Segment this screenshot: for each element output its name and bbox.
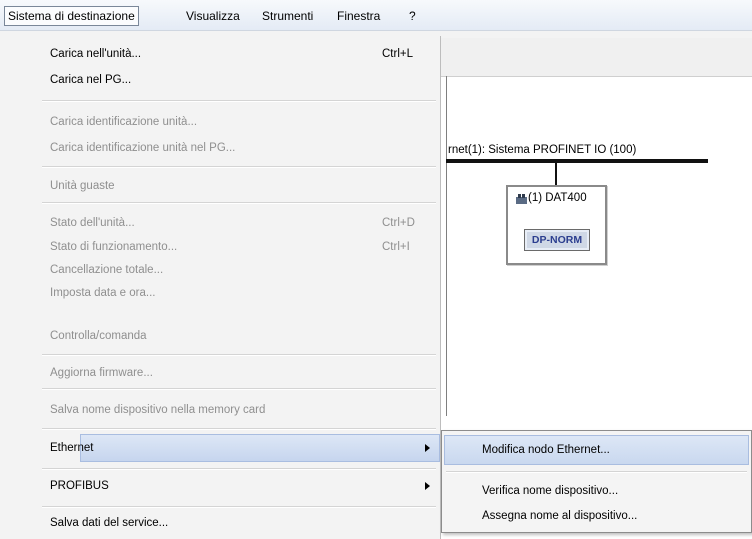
menu-item-aggiorna-firmware[interactable]: Aggiorna firmware... — [50, 363, 153, 383]
menu-item-unita-guaste[interactable]: Unità guaste — [50, 176, 115, 196]
workspace-edge — [446, 76, 447, 416]
submenu-separator — [446, 471, 747, 473]
menu-item-salva-nome[interactable]: Salva nome dispositivo nella memory card — [50, 400, 265, 420]
menu-item-salva-service[interactable]: Salva dati del service... — [50, 513, 168, 533]
shortcut-stato-unita: Ctrl+D — [382, 217, 415, 229]
menu-item-carica-unita[interactable]: Carica nell'unità... — [50, 44, 141, 64]
shortcut-carica-unita: Ctrl+L — [382, 48, 413, 60]
menu-separator — [42, 428, 436, 430]
menu-gutter — [0, 36, 38, 539]
profinet-bus-label: rnet(1): Sistema PROFINET IO (100) — [448, 144, 637, 156]
menu-visualizza[interactable]: Visualizza — [182, 7, 244, 25]
submenu-item-modifica-nodo[interactable]: Modifica nodo Ethernet... — [482, 440, 610, 460]
submenu-item-assegna-nome[interactable]: Assegna nome al dispositivo... — [482, 506, 637, 526]
menu-separator — [42, 388, 436, 390]
menu-item-carica-ident-pg[interactable]: Carica identificazione unità nel PG... — [50, 138, 235, 158]
menu-item-stato-funzionamento[interactable]: Stato di funzionamento... — [50, 237, 177, 257]
menu-separator — [42, 354, 436, 356]
menu-separator — [42, 166, 436, 168]
menu-separator — [42, 468, 436, 470]
device-name: (1) DAT400 — [528, 192, 587, 204]
profinet-bus-line — [446, 159, 708, 163]
bus-drop-line — [555, 163, 557, 185]
submenu-arrow-icon — [425, 482, 430, 490]
menu-help[interactable]: ? — [405, 7, 420, 25]
menu-sistema-di-destinazione[interactable]: Sistema di destinazione — [4, 6, 139, 26]
sistema-dropdown-menu: Carica nell'unità... Ctrl+L Carica nel P… — [38, 36, 441, 539]
menu-separator — [42, 506, 436, 508]
device-node[interactable]: (1) DAT400 DP-NORM — [506, 185, 607, 265]
menu-item-cancellazione-totale[interactable]: Cancellazione totale... — [50, 260, 163, 280]
shortcut-stato-funzionamento: Ctrl+I — [382, 241, 410, 253]
ethernet-submenu: Modifica nodo Ethernet... Verifica nome … — [441, 430, 752, 533]
menu-item-controlla-comanda[interactable]: Controlla/comanda — [50, 326, 147, 346]
submenu-arrow-icon — [425, 444, 430, 452]
menu-item-profibus[interactable]: PROFIBUS — [50, 476, 109, 496]
workspace-toolbar — [440, 38, 752, 77]
menu-item-imposta-data[interactable]: Imposta data e ora... — [50, 283, 155, 303]
menu-separator — [42, 100, 436, 102]
menu-bar: Sistema di destinazione Visualizza Strum… — [0, 0, 752, 31]
menu-separator — [42, 202, 436, 204]
device-icon — [516, 194, 527, 204]
menu-item-carica-ident-unita[interactable]: Carica identificazione unità... — [50, 112, 197, 132]
menu-item-ethernet-row[interactable] — [80, 434, 440, 462]
menu-strumenti[interactable]: Strumenti — [258, 7, 317, 25]
menu-item-ethernet[interactable]: Ethernet — [50, 438, 93, 458]
menu-item-stato-unita[interactable]: Stato dell'unità... — [50, 213, 135, 233]
menu-item-carica-pg[interactable]: Carica nel PG... — [50, 70, 131, 90]
submenu-item-verifica-nome[interactable]: Verifica nome dispositivo... — [482, 481, 618, 501]
device-badge: DP-NORM — [524, 229, 590, 251]
menu-finestra[interactable]: Finestra — [333, 7, 384, 25]
